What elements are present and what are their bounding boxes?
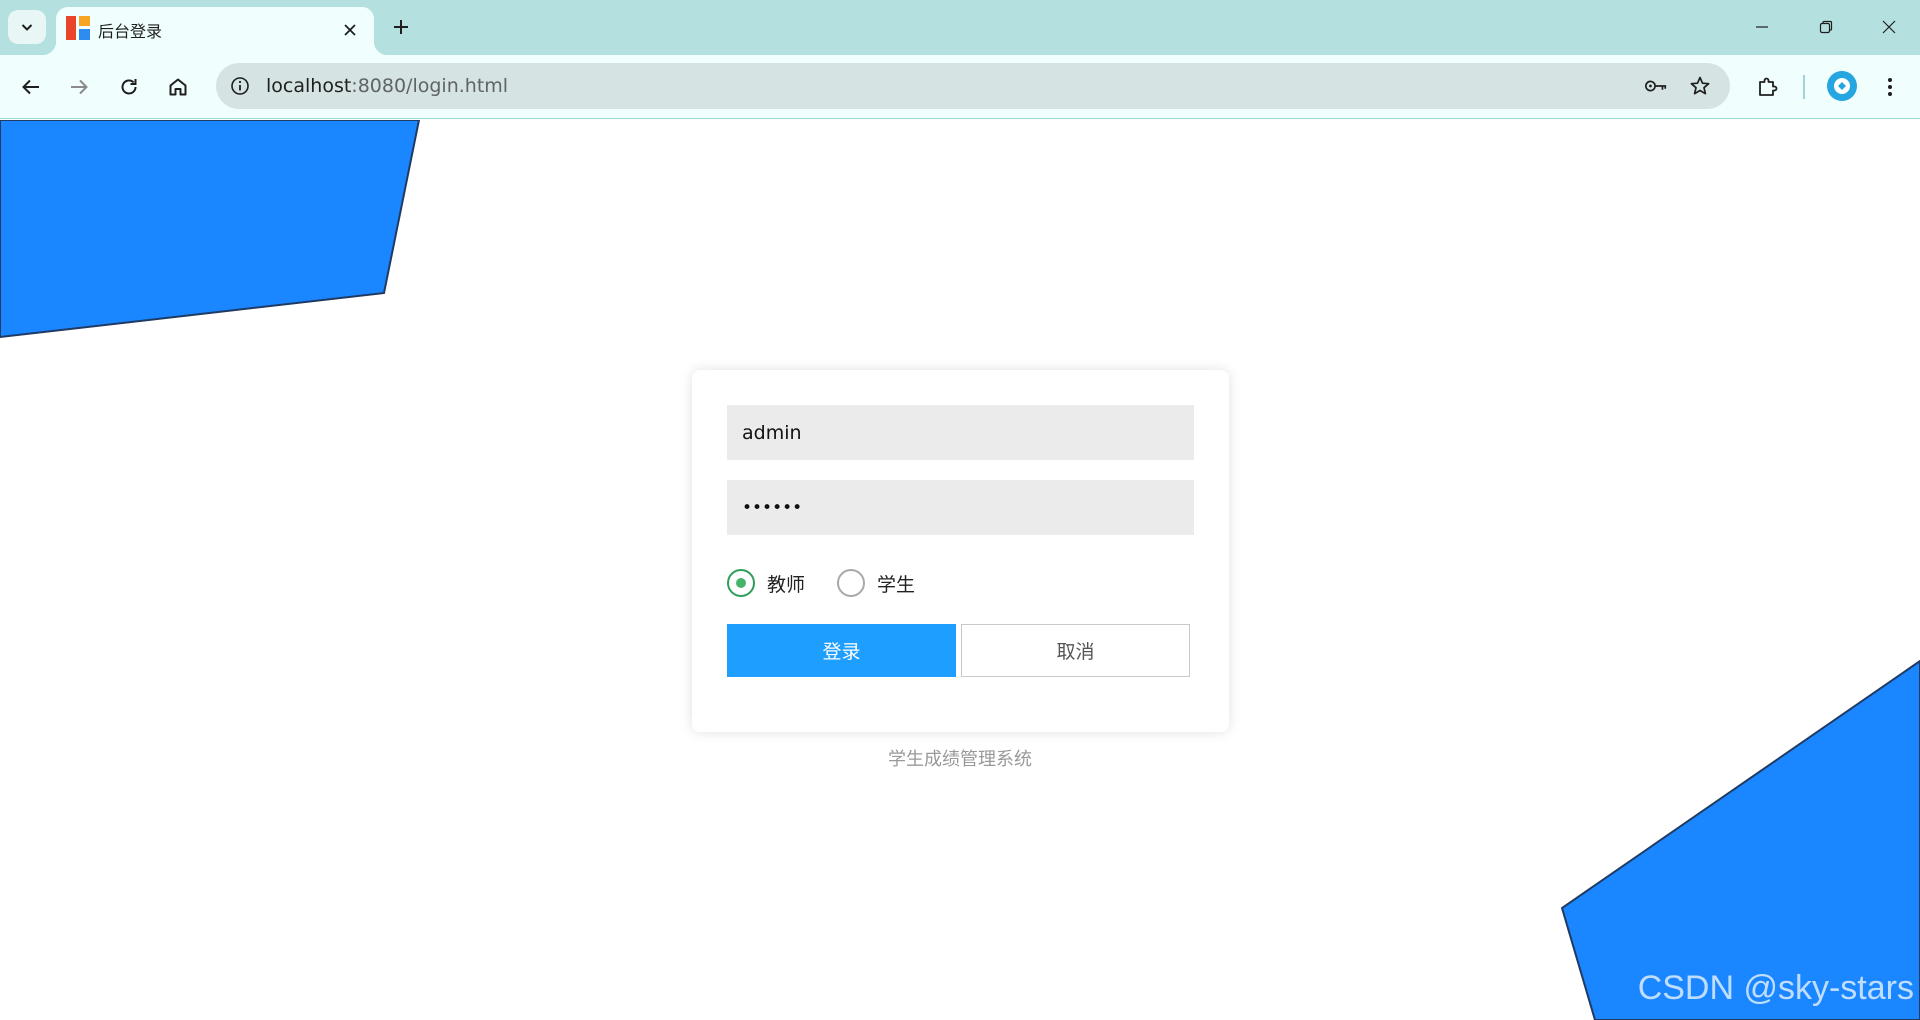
url-path: :8080/login.html [351, 75, 509, 97]
browser-menu-button[interactable] [1874, 71, 1906, 103]
password-input[interactable] [727, 480, 1194, 535]
role-option-student[interactable]: 学生 [837, 569, 915, 597]
bookmark-button[interactable] [1688, 74, 1712, 98]
login-button[interactable]: 登录 [727, 624, 956, 677]
decor-shape-top-left [0, 120, 421, 339]
key-icon [1645, 80, 1667, 92]
back-button[interactable] [15, 71, 47, 103]
url-text[interactable]: localhost:8080/login.html [266, 75, 508, 97]
home-icon [169, 78, 187, 96]
plus-icon [394, 20, 408, 34]
profile-avatar-icon [1834, 78, 1850, 94]
radio-teacher[interactable] [727, 569, 755, 597]
reload-icon [121, 79, 137, 95]
arrow-right-icon [71, 79, 88, 95]
minimize-icon [1756, 26, 1768, 28]
tab-close-button[interactable] [340, 20, 360, 40]
decor-shape-bottom-right [1560, 659, 1920, 1020]
role-radio-group: 教师 学生 [727, 567, 947, 599]
profile-avatar-button[interactable] [1827, 71, 1857, 101]
watermark: CSDN @sky-stars [1637, 969, 1914, 1007]
radio-student[interactable] [837, 569, 866, 597]
login-card: 教师 学生 登录 取消 [692, 370, 1229, 732]
star-icon [1690, 76, 1710, 95]
reload-button[interactable] [113, 71, 145, 103]
tab-search-button[interactable] [8, 10, 46, 44]
chevron-down-icon [21, 24, 33, 31]
arrow-left-icon [22, 79, 39, 95]
extensions-button[interactable] [1752, 71, 1784, 103]
home-button[interactable] [162, 71, 194, 103]
puzzle-icon [1759, 77, 1778, 96]
info-icon [231, 77, 249, 95]
close-icon [344, 24, 356, 36]
close-icon [1882, 20, 1896, 34]
restore-button[interactable] [1813, 14, 1839, 40]
url-host: localhost [266, 75, 352, 97]
new-tab-button[interactable] [388, 14, 414, 40]
restore-icon [1819, 20, 1833, 34]
role-option-teacher[interactable]: 教师 [727, 569, 805, 597]
toolbar-divider [1803, 75, 1805, 99]
forward-button[interactable] [63, 71, 95, 103]
role-label-student: 学生 [877, 573, 916, 596]
browser-toolbar: localhost:8080/login.html [0, 55, 1920, 119]
tab-strip: 后台登录 [0, 0, 1920, 55]
cancel-button[interactable]: 取消 [961, 624, 1190, 677]
site-info-button[interactable] [228, 74, 252, 98]
page-viewport: 教师 学生 登录 取消 学生成绩管理系统 CSDN @sky-stars [0, 120, 1920, 1020]
role-label-teacher: 教师 [767, 573, 806, 596]
address-bar[interactable]: localhost:8080/login.html [216, 63, 1730, 109]
username-input[interactable] [727, 405, 1194, 460]
minimize-button[interactable] [1749, 14, 1775, 40]
system-name: 学生成绩管理系统 [888, 749, 1032, 770]
password-manager-button[interactable] [1644, 74, 1668, 98]
site-favicon-icon [66, 16, 90, 40]
tab-title: 后台登录 [98, 22, 163, 41]
active-tab[interactable]: 后台登录 [42, 7, 388, 55]
kebab-menu-icon [1888, 78, 1892, 96]
close-window-button[interactable] [1876, 14, 1902, 40]
